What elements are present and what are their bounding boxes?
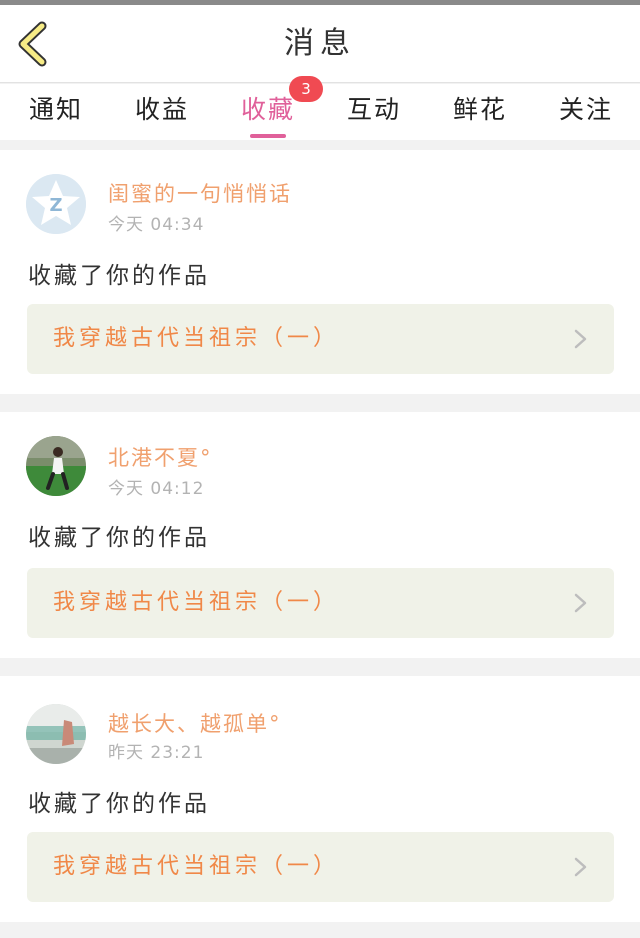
active-tab-indicator	[250, 134, 286, 138]
list-item: 越长大、越孤单° 昨天 23:21 收藏了你的作品 我穿越古代当祖宗（一）	[0, 676, 640, 922]
work-link[interactable]: 我穿越古代当祖宗（一）	[27, 568, 614, 638]
action-text: 收藏了你的作品	[28, 263, 210, 289]
work-link[interactable]: 我穿越古代当祖宗（一）	[27, 832, 614, 902]
work-title: 我穿越古代当祖宗（一）	[53, 326, 340, 351]
avatar[interactable]	[26, 436, 86, 496]
timestamp: 今天 04:12	[108, 479, 205, 499]
user-name[interactable]: 北港不夏°	[108, 442, 213, 472]
chevron-right-icon	[574, 857, 587, 877]
tab-earnings[interactable]: 收益	[112, 84, 212, 140]
photo-avatar-icon	[26, 704, 86, 764]
user-name[interactable]: 越长大、越孤单°	[108, 708, 282, 738]
page-title: 消息	[284, 26, 356, 61]
back-button[interactable]	[14, 21, 54, 67]
action-text: 收藏了你的作品	[28, 525, 210, 551]
timestamp: 今天 04:34	[108, 215, 205, 235]
z-star-default-avatar-icon: Z	[26, 174, 86, 234]
svg-text:Z: Z	[49, 195, 62, 216]
tab-notifications[interactable]: 通知	[6, 84, 106, 140]
tab-follows[interactable]: 关注	[536, 84, 636, 140]
user-name[interactable]: 闺蜜的一句悄悄话	[108, 178, 292, 208]
tab-flowers[interactable]: 鲜花	[430, 84, 530, 140]
timestamp: 昨天 23:21	[108, 743, 205, 763]
work-link[interactable]: 我穿越古代当祖宗（一）	[27, 304, 614, 374]
back-arrow-icon	[18, 21, 47, 67]
favorites-count-badge: 3	[289, 76, 323, 102]
work-title: 我穿越古代当祖宗（一）	[53, 854, 340, 879]
chevron-right-icon	[574, 329, 587, 349]
action-text: 收藏了你的作品	[28, 791, 210, 817]
header: 消息	[0, 5, 640, 83]
tab-interactions[interactable]: 互动	[324, 84, 424, 140]
avatar[interactable]	[26, 704, 86, 764]
avatar[interactable]: Z	[26, 174, 86, 234]
photo-avatar-icon	[26, 436, 86, 496]
list-item: 北港不夏° 今天 04:12 收藏了你的作品 我穿越古代当祖宗（一）	[0, 412, 640, 658]
work-title: 我穿越古代当祖宗（一）	[53, 590, 340, 615]
list-item: Z 闺蜜的一句悄悄话 今天 04:34 收藏了你的作品 我穿越古代当祖宗（一）	[0, 150, 640, 394]
chevron-right-icon	[574, 593, 587, 613]
